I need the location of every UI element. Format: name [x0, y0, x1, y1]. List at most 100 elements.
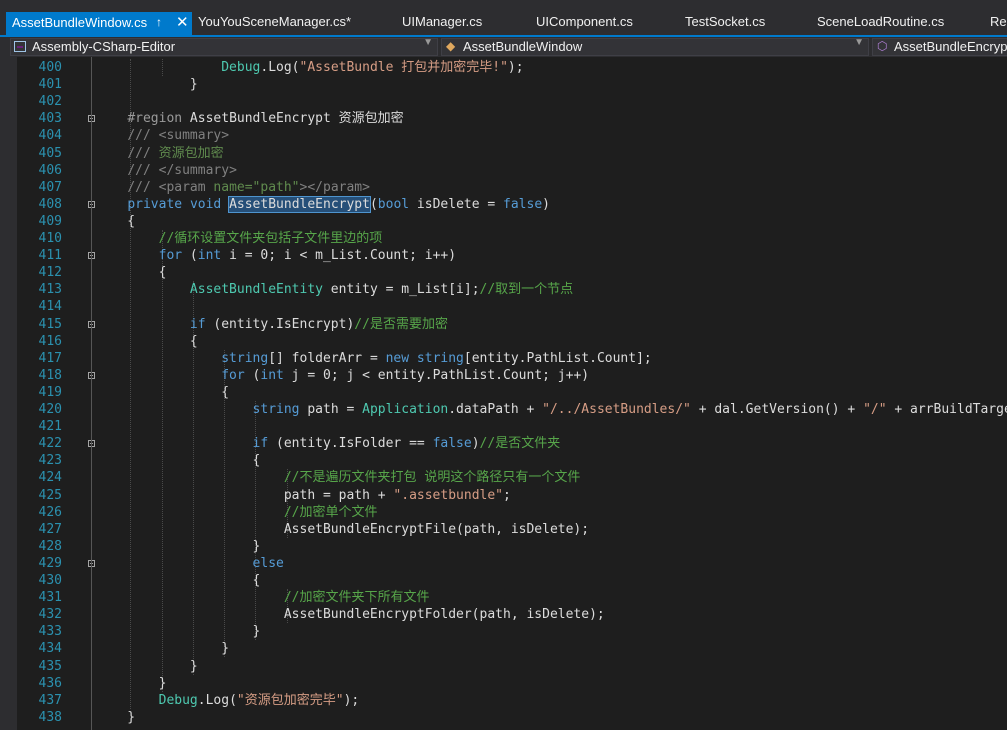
code-line[interactable]: private void AssetBundleEncrypt(bool isD…: [96, 195, 550, 213]
navigation-bar: Assembly-CSharp-Editor ▼ ◆ AssetBundleWi…: [0, 37, 1007, 57]
code-line[interactable]: }: [96, 640, 229, 657]
line-number: 429: [38, 555, 62, 571]
tab-youyouscenemanager[interactable]: YouYouSceneManager.cs*: [198, 14, 351, 34]
code-line[interactable]: else: [96, 555, 284, 572]
line-number: 432: [38, 607, 62, 623]
line-number: 400: [38, 60, 62, 75]
line-number: 425: [38, 487, 62, 503]
code-line[interactable]: Debug.Log("资源包加密完毕");: [96, 692, 360, 709]
line-number: 407: [38, 179, 62, 195]
code-line[interactable]: /// </summary>: [96, 162, 237, 179]
line-number: 402: [38, 94, 62, 110]
chevron-down-icon: ▼: [423, 37, 433, 48]
line-number: 419: [38, 384, 62, 400]
tab-label: AssetBundleWindow.cs: [12, 15, 148, 30]
line-number: 409: [38, 213, 62, 229]
line-number: 418: [38, 367, 62, 383]
code-line[interactable]: AssetBundleEncryptFile(path, isDelete);: [96, 521, 589, 538]
line-number: 408: [38, 196, 62, 212]
line-number: 433: [38, 624, 62, 640]
pin-icon[interactable]: ↑: [156, 15, 162, 29]
class-icon: ◆: [446, 39, 456, 53]
line-number: 427: [38, 521, 62, 537]
line-number: 434: [38, 641, 62, 657]
tab-uicomponent[interactable]: UIComponent.cs: [536, 14, 633, 34]
code-line[interactable]: path = path + ".assetbundle";: [96, 487, 511, 504]
member-dropdown[interactable]: ⬡ AssetBundleEncrypt(: [872, 38, 1007, 56]
type-dropdown[interactable]: ◆ AssetBundleWindow ▼: [441, 37, 869, 56]
line-number: 401: [38, 77, 62, 93]
chevron-down-icon: ▼: [854, 37, 864, 48]
line-number: 410: [38, 231, 62, 246]
document-tab-bar: AssetBundleWindow.cs ↑ ✕ YouYouSceneMana…: [0, 0, 1007, 37]
code-line[interactable]: //加密文件夹下所有文件: [96, 589, 430, 606]
code-line[interactable]: //不是遍历文件夹打包 说明这个路径只有一个文件: [96, 469, 580, 486]
code-line[interactable]: for (int j = 0; j < entity.PathList.Coun…: [96, 367, 589, 384]
code-line[interactable]: }: [96, 538, 261, 555]
tab-assetbundlewindow[interactable]: AssetBundleWindow.cs ↑ ✕: [6, 12, 192, 35]
line-number-gutter: 400 401 402 403 404 405 406 407 408 409 410 411 412 4…: [17, 57, 77, 730]
fold-line: [91, 57, 92, 730]
line-number: 428: [38, 538, 62, 554]
line-number: 420: [38, 402, 62, 417]
line-number: 438: [38, 709, 62, 725]
code-line[interactable]: //循环设置文件夹包括子文件里边的项: [96, 230, 383, 247]
close-icon[interactable]: ✕: [176, 13, 189, 31]
code-line[interactable]: string path = Application.dataPath + "/.…: [96, 401, 1007, 418]
code-line[interactable]: }: [96, 675, 167, 692]
code-line[interactable]: /// <param name="path"></param>: [96, 179, 370, 196]
indicator-margin: [0, 57, 17, 730]
code-line[interactable]: }: [96, 658, 198, 675]
tab-testsocket[interactable]: TestSocket.cs: [685, 14, 765, 34]
project-dropdown[interactable]: Assembly-CSharp-Editor ▼: [10, 37, 438, 56]
code-line[interactable]: #region AssetBundleEncrypt 资源包加密: [96, 110, 403, 127]
line-number: 411: [38, 248, 62, 264]
tab-overflow[interactable]: Re: [990, 14, 1007, 34]
line-number: 415: [38, 316, 62, 332]
code-line[interactable]: /// 资源包加密: [96, 145, 223, 162]
code-line[interactable]: {: [96, 572, 261, 589]
line-number: 435: [38, 658, 62, 674]
tab-uimanager[interactable]: UIManager.cs: [402, 14, 482, 34]
code-line[interactable]: if (entity.IsFolder == false)//是否文件夹: [96, 435, 561, 452]
line-number: 403: [38, 111, 62, 127]
line-number: 416: [38, 333, 62, 349]
line-number: 413: [38, 282, 62, 298]
line-number: 412: [38, 265, 62, 281]
code-line[interactable]: {: [96, 452, 261, 469]
line-number: 406: [38, 162, 62, 178]
code-line[interactable]: {: [96, 213, 135, 230]
code-line[interactable]: //加密单个文件: [96, 504, 378, 521]
line-number: 423: [38, 453, 62, 469]
code-line[interactable]: }: [96, 709, 135, 726]
line-number: 414: [38, 299, 62, 315]
code-line[interactable]: /// <summary>: [96, 127, 229, 144]
project-label: Assembly-CSharp-Editor: [32, 39, 176, 54]
line-number: 424: [38, 470, 62, 486]
line-number: 430: [38, 573, 62, 588]
tab-sceneloadroutine[interactable]: SceneLoadRoutine.cs: [817, 14, 944, 34]
member-label: AssetBundleEncrypt(: [894, 39, 1007, 54]
line-number: 422: [38, 436, 62, 452]
code-line[interactable]: if (entity.IsEncrypt)//是否需要加密: [96, 316, 448, 333]
code-line[interactable]: {: [96, 264, 167, 281]
code-line[interactable]: AssetBundleEntity entity = m_List[i];//取…: [96, 281, 573, 298]
project-icon: [14, 41, 26, 52]
line-number: 405: [38, 145, 62, 161]
code-editor[interactable]: 400 401 402 403 404 405 406 407 408 409 410 411 412 4…: [0, 57, 1007, 730]
code-line[interactable]: {: [96, 384, 229, 401]
line-number: 421: [38, 419, 62, 435]
line-number: 426: [38, 504, 62, 520]
line-number: 436: [38, 675, 62, 691]
code-line[interactable]: }: [96, 623, 261, 640]
code-line[interactable]: for (int i = 0; i < m_List.Count; i++): [96, 247, 456, 264]
line-number: 437: [38, 692, 62, 708]
method-icon: ⬡: [877, 39, 888, 53]
code-line[interactable]: Debug.Log("AssetBundle 打包并加密完毕!");: [96, 59, 523, 76]
code-line[interactable]: AssetBundleEncryptFolder(path, isDelete)…: [96, 606, 605, 623]
code-line[interactable]: string[] folderArr = new string[entity.P…: [96, 350, 652, 367]
code-line[interactable]: {: [96, 333, 198, 350]
type-label: AssetBundleWindow: [463, 39, 583, 54]
code-line[interactable]: }: [96, 76, 198, 93]
line-number: 404: [38, 128, 62, 144]
